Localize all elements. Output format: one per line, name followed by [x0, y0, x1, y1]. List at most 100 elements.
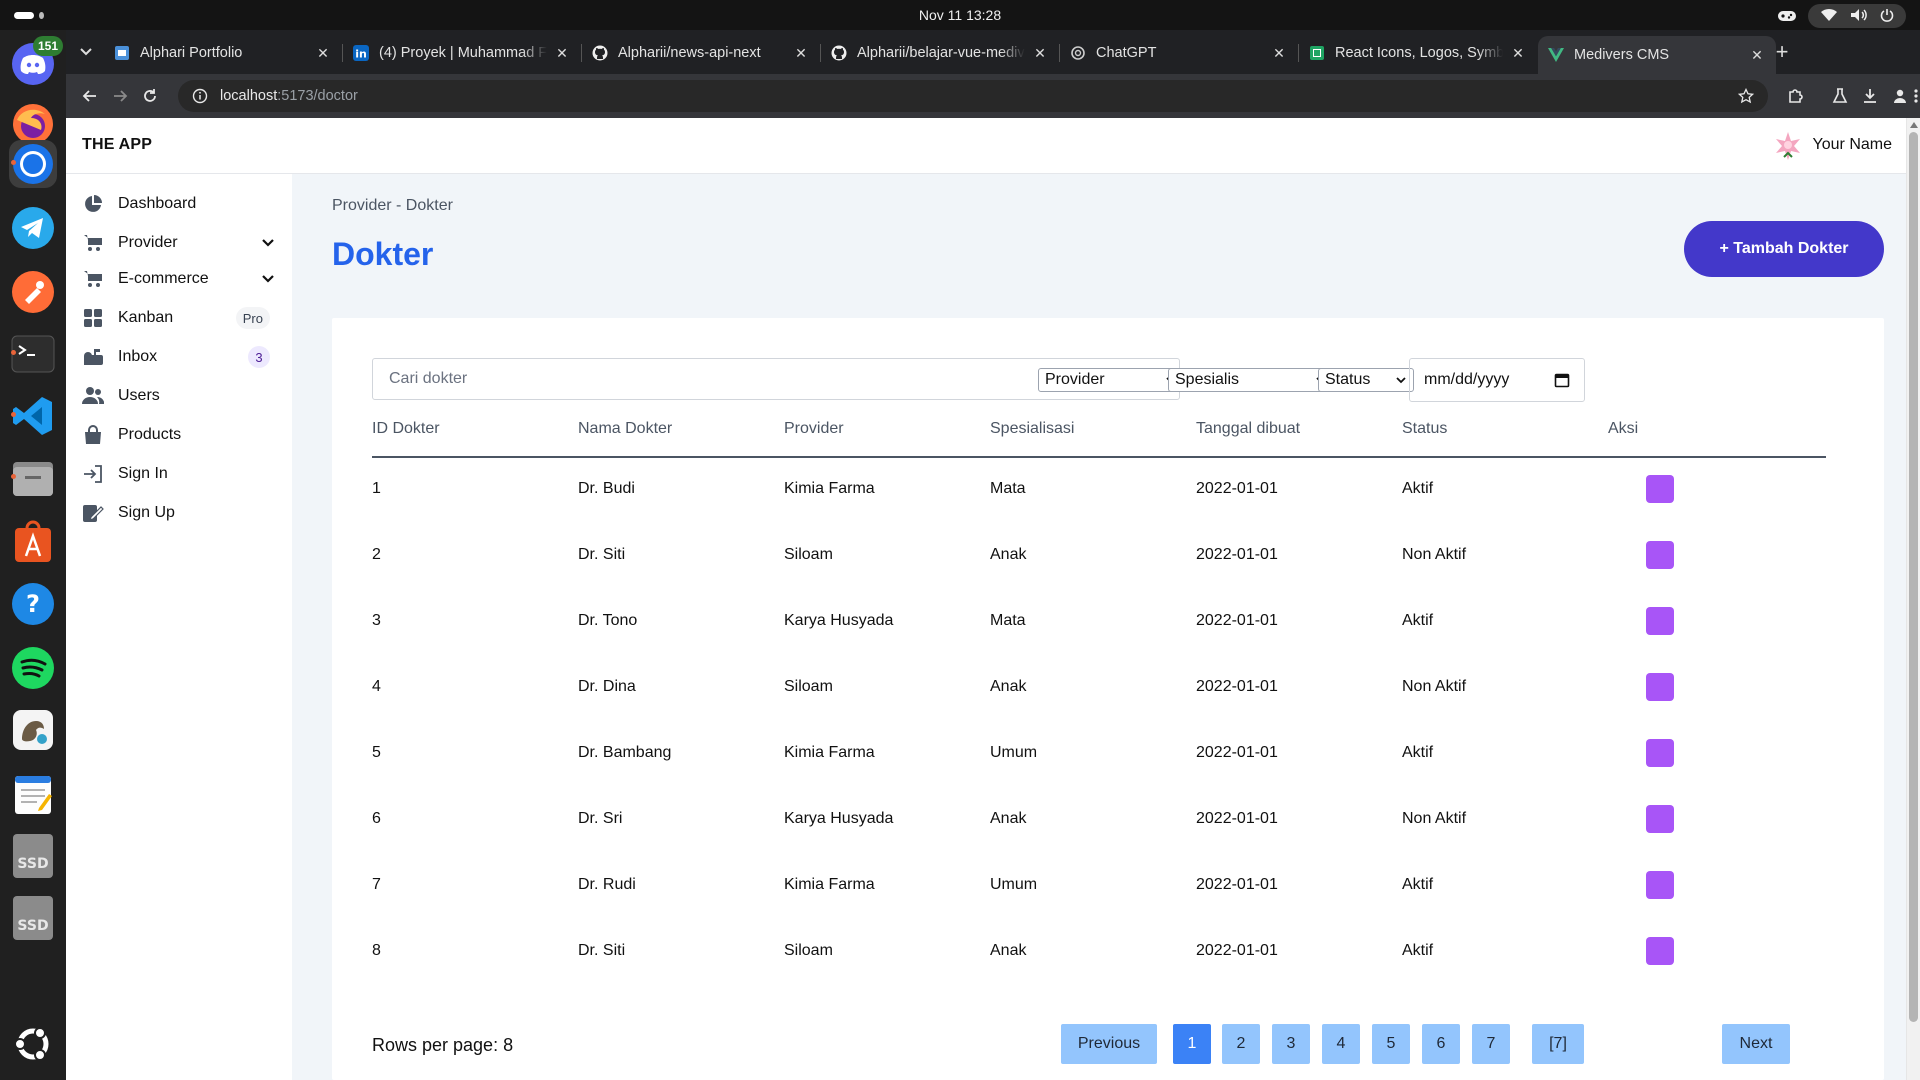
table-row: 1 Dr. Budi Kimia Farma Mata 2022-01-01 Aktif — [372, 458, 1826, 524]
row-action-button[interactable] — [1646, 541, 1674, 569]
cell-provider: Siloam — [784, 546, 833, 563]
page-number-button[interactable]: 2 — [1222, 1024, 1260, 1064]
tab-github-belajar-vue[interactable]: Alpharii/belajar-vue-medivers ✕ — [821, 36, 1060, 70]
dock-spotify[interactable] — [9, 644, 57, 692]
dock-terminal[interactable] — [9, 330, 57, 378]
dock-ssd-1[interactable]: SSD — [9, 832, 57, 880]
scrollbar-thumb[interactable] — [1909, 132, 1918, 1022]
provider-filter-select[interactable]: Provider — [1038, 368, 1184, 392]
page-number-button[interactable]: 6 — [1422, 1024, 1460, 1064]
row-action-button[interactable] — [1646, 607, 1674, 635]
status-filter-select[interactable]: Status — [1318, 368, 1414, 392]
extensions-button[interactable] — [1784, 84, 1808, 108]
sidebar-item-dashboard[interactable]: Dashboard — [78, 184, 280, 224]
browser-menu-button[interactable] — [1912, 84, 1920, 108]
close-tab-icon[interactable]: ✕ — [1270, 44, 1288, 62]
page-scrollbar[interactable] — [1906, 118, 1920, 1080]
page-number-button[interactable]: [7] — [1532, 1024, 1584, 1064]
reload-icon — [144, 89, 156, 102]
sidebar: Dashboard Provider E-commerce Kanban Pro… — [66, 174, 292, 1080]
row-action-button[interactable] — [1646, 475, 1674, 503]
close-tab-icon[interactable]: ✕ — [1031, 44, 1049, 62]
tab-search-button[interactable] — [74, 40, 98, 64]
specialist-filter-select[interactable]: Spesialis — [1168, 368, 1334, 392]
status-menu-button[interactable] — [1808, 4, 1906, 28]
ssd-label: SSD — [17, 856, 49, 872]
cell-specialization: Anak — [990, 678, 1027, 695]
date-filter-input[interactable]: mm/dd/yyyy — [1409, 358, 1585, 402]
app-brand[interactable]: THE APP — [82, 136, 152, 154]
page-number-button[interactable]: 3 — [1272, 1024, 1310, 1064]
previous-page-button[interactable]: Previous — [1061, 1024, 1157, 1064]
sidebar-item-sign-up[interactable]: Sign Up — [78, 493, 280, 533]
row-action-button[interactable] — [1646, 805, 1674, 833]
cell-name: Dr. Siti — [578, 942, 626, 959]
tab-react-icons[interactable]: React Icons, Logos, Symbols ✕ — [1299, 36, 1537, 70]
sidebar-item-kanban[interactable]: Kanban Pro — [78, 298, 280, 338]
column-header-name: Nama Dokter — [578, 420, 673, 437]
back-button[interactable] — [78, 84, 102, 108]
game-controller-icon[interactable] — [1776, 5, 1798, 27]
plus-icon: + — [1775, 39, 1789, 64]
dock-app-center[interactable] — [9, 518, 57, 566]
close-tab-icon[interactable]: ✕ — [314, 44, 332, 62]
bag-icon — [82, 424, 104, 446]
address-bar[interactable]: localhost:5173/doctor — [178, 80, 1768, 112]
info-icon[interactable] — [192, 88, 208, 104]
dock-help[interactable]: ? — [9, 580, 57, 628]
close-tab-icon[interactable]: ✕ — [1748, 46, 1766, 64]
sidebar-item-label: Kanban — [118, 309, 174, 326]
profile-button[interactable] — [1888, 84, 1912, 108]
dock-files[interactable] — [9, 454, 57, 502]
calendar-icon[interactable] — [1554, 372, 1570, 388]
forward-button[interactable] — [108, 84, 132, 108]
row-action-button[interactable] — [1646, 673, 1674, 701]
tab-medivers-cms[interactable]: Medivers CMS ✕ — [1538, 36, 1776, 74]
row-action-button[interactable] — [1646, 871, 1674, 899]
dock-gimp[interactable] — [9, 706, 57, 754]
activities-button[interactable] — [14, 11, 44, 19]
dock-postman[interactable] — [9, 268, 57, 316]
page-number-button[interactable]: 5 — [1372, 1024, 1410, 1064]
next-page-button[interactable]: Next — [1722, 1024, 1790, 1064]
downloads-button[interactable] — [1858, 84, 1882, 108]
close-tab-icon[interactable]: ✕ — [553, 44, 571, 62]
dock-show-apps[interactable] — [9, 1020, 57, 1068]
dock-telegram[interactable] — [9, 204, 57, 252]
tab-chatgpt[interactable]: ChatGPT ✕ — [1060, 36, 1299, 70]
tab-github-news-api[interactable]: Alpharii/news-api-next ✕ — [582, 36, 821, 70]
tab-linkedin[interactable]: in (4) Proyek | Muhammad Farhan ✕ — [343, 36, 582, 70]
close-tab-icon[interactable]: ✕ — [1509, 44, 1527, 62]
reload-button[interactable] — [138, 84, 162, 108]
tab-alphari-portfolio[interactable]: Alphari Portfolio ✕ — [104, 36, 343, 70]
close-tab-icon[interactable]: ✕ — [792, 44, 810, 62]
dock-ssd-2[interactable]: SSD — [9, 894, 57, 942]
cell-created-date: 2022-01-01 — [1196, 810, 1278, 827]
scroll-up-arrow-icon[interactable] — [1910, 122, 1918, 128]
sidebar-item-products[interactable]: Products — [78, 415, 280, 455]
cart-icon — [82, 268, 104, 290]
chevron-down-icon — [262, 239, 274, 247]
labs-button[interactable] — [1828, 84, 1852, 108]
sidebar-item-e-commerce[interactable]: E-commerce — [78, 259, 280, 299]
dock-text-editor[interactable] — [9, 770, 57, 818]
user-menu[interactable]: Your Name — [1773, 130, 1892, 160]
page-number-button[interactable]: 1 — [1173, 1024, 1211, 1064]
bookmark-star-icon[interactable] — [1738, 88, 1754, 104]
add-doctor-button[interactable]: + Tambah Dokter — [1684, 221, 1884, 277]
dock-chrome[interactable] — [9, 140, 57, 188]
sidebar-item-sign-in[interactable]: Sign In — [78, 454, 280, 494]
gimp-icon — [13, 710, 53, 750]
row-action-button[interactable] — [1646, 739, 1674, 767]
sidebar-item-provider[interactable]: Provider — [78, 223, 280, 263]
new-tab-button[interactable]: + — [1770, 39, 1794, 64]
page-number-button[interactable]: 4 — [1322, 1024, 1360, 1064]
dock-vscode[interactable] — [9, 392, 57, 440]
dock-discord[interactable]: 151 — [9, 36, 63, 88]
system-clock[interactable]: Nov 11 13:28 — [919, 7, 1001, 23]
sidebar-item-inbox[interactable]: Inbox 3 — [78, 337, 280, 377]
page-number-button[interactable]: 7 — [1472, 1024, 1510, 1064]
row-action-button[interactable] — [1646, 937, 1674, 965]
sidebar-item-users[interactable]: Users — [78, 376, 280, 416]
cell-created-date: 2022-01-01 — [1196, 546, 1278, 563]
